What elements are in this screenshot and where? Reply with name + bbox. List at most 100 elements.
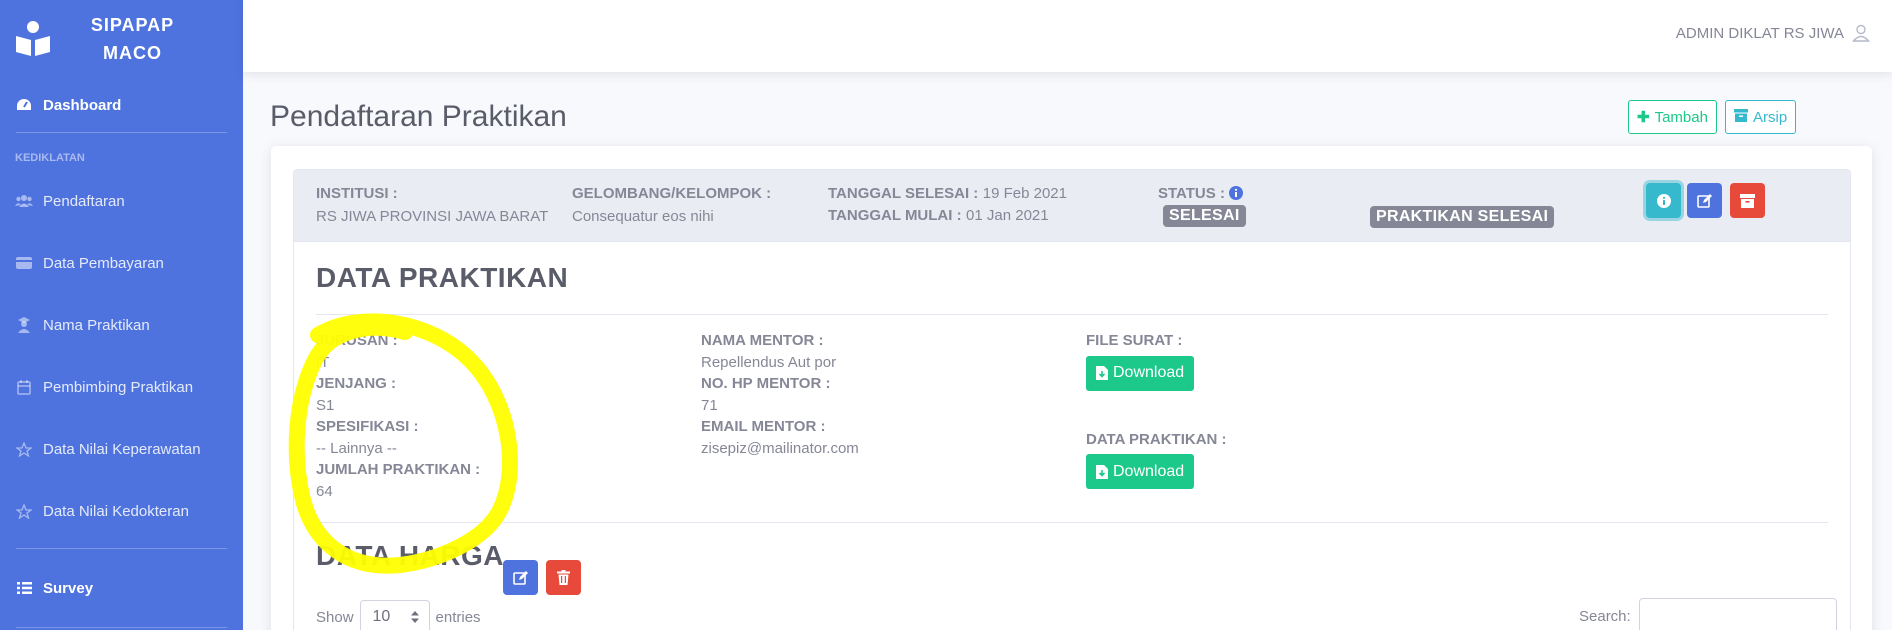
nama-mentor-value: Repellendus Aut por	[701, 353, 837, 371]
institusi-label: INSTITUSI :	[316, 185, 398, 202]
data-praktikan-file-label: DATA PRAKTIKAN :	[1086, 430, 1227, 448]
spesifikasi-label: SPESIFIKASI :	[316, 418, 419, 435]
sidebar-item-data-nilai-keperawatan[interactable]: Data Nilai Keperawatan	[0, 418, 243, 480]
tanggal-block: TANGGAL SELESAI : 19 Feb 2021 TANGGAL MU…	[828, 185, 1067, 225]
archive-delete-button[interactable]	[1730, 183, 1765, 218]
status-label: STATUS :	[1158, 185, 1225, 202]
sidebar-divider	[16, 132, 227, 133]
sidebar-item-survey[interactable]: Survey	[0, 549, 243, 627]
info-circle-icon[interactable]	[1229, 186, 1244, 200]
sidebar-item-data-nilai-kedokteran[interactable]: Data Nilai Kedokteran	[0, 480, 243, 542]
download-label: Download	[1113, 364, 1185, 382]
archive-icon	[1740, 193, 1755, 208]
jumlah-praktikan-label: JUMLAH PRAKTIKAN :	[316, 461, 481, 478]
tambah-button[interactable]: ✚ Tambah	[1628, 100, 1717, 134]
sidebar-divider	[16, 627, 227, 628]
archive-icon	[1734, 108, 1748, 126]
registration-header: INSTITUSI : RS JIWA PROVINSI JAWA BARAT …	[294, 170, 1850, 242]
section-divider	[316, 314, 1828, 315]
credit-card-icon	[15, 255, 33, 271]
trash-icon	[557, 570, 570, 585]
show-entries: Show 10 entries	[316, 600, 481, 630]
email-mentor-label: EMAIL MENTOR :	[701, 418, 826, 435]
download-data-praktikan-button[interactable]: Download	[1086, 454, 1195, 489]
calendar-icon	[15, 379, 33, 395]
sidebar-item-label: Nama Praktikan	[43, 316, 150, 334]
jenjang-value: S1	[316, 396, 335, 414]
gelombang-block: GELOMBANG/KELOMPOK : Consequatur eos nih…	[572, 185, 771, 225]
praktikan-info-column: JURUSAN : IT JENJANG : S1 SPESIFIKASI : …	[316, 330, 480, 502]
sidebar-item-label: Data Nilai Kedokteran	[43, 502, 189, 520]
sidebar-item-label: Pembimbing Praktikan	[43, 378, 194, 396]
harga-delete-button[interactable]	[546, 560, 581, 595]
sidebar-item-label: Survey	[43, 579, 94, 597]
sidebar-item-label: Dashboard	[43, 96, 122, 114]
praktikan-status-badge: PRAKTIKAN SELESAI	[1370, 206, 1555, 228]
sidebar-item-label: Data Pembayaran	[43, 254, 164, 272]
download-file-surat-button[interactable]: Download	[1086, 355, 1195, 391]
tgl-mulai-value: 01 Jan 2021	[966, 207, 1049, 224]
book-reader-icon	[16, 21, 50, 56]
file-column: FILE SURAT : Download DATA PRAKTIKAN : D…	[1086, 330, 1227, 489]
data-praktikan-title: DATA PRAKTIKAN	[316, 262, 569, 293]
user-menu[interactable]: ADMIN DIKLAT RS JIWA	[1676, 24, 1870, 42]
registration-detail-panel: INSTITUSI : RS JIWA PROVINSI JAWA BARAT …	[293, 169, 1851, 630]
sidebar-item-nama-praktikan[interactable]: Nama Praktikan	[0, 294, 243, 356]
status-block: STATUS : SELESAI	[1158, 185, 1246, 227]
jurusan-label: JURUSAN :	[316, 332, 398, 349]
praktikan-status-block: PRAKTIKAN SELESAI	[1370, 206, 1555, 228]
arsip-button[interactable]: Arsip	[1725, 100, 1797, 134]
info-circle-icon	[1656, 193, 1671, 208]
tgl-selesai-value: 19 Feb 2021	[982, 185, 1067, 202]
status-badge: SELESAI	[1163, 205, 1246, 227]
edit-button[interactable]	[1687, 183, 1722, 218]
hp-mentor-value: 71	[701, 396, 718, 414]
harga-edit-button[interactable]	[503, 560, 538, 595]
tambah-label: Tambah	[1654, 108, 1708, 126]
gelombang-label: GELOMBANG/KELOMPOK :	[572, 185, 772, 202]
sidebar-item-label: Pendaftaran	[43, 192, 125, 210]
star-icon	[15, 503, 33, 519]
search-label: Search:	[1579, 607, 1631, 625]
list-icon	[15, 580, 33, 596]
users-icon	[15, 193, 33, 209]
section-divider	[316, 522, 1828, 523]
entries-value: 10	[372, 608, 391, 625]
jurusan-value: IT	[316, 353, 330, 371]
spesifikasi-value: -- Lainnya --	[316, 439, 397, 457]
sidebar-item-data-pembayaran[interactable]: Data Pembayaran	[0, 232, 243, 294]
brand-line-2: MACO	[103, 43, 162, 63]
file-download-icon	[1096, 464, 1108, 479]
jenjang-label: JENJANG :	[316, 375, 397, 392]
file-surat-label: FILE SURAT :	[1086, 332, 1183, 349]
hp-mentor-label: NO. HP MENTOR :	[701, 375, 831, 392]
plus-icon: ✚	[1637, 109, 1650, 126]
table-search: Search:	[1579, 598, 1837, 630]
file-download-icon	[1096, 366, 1108, 380]
show-label: Show	[316, 608, 354, 626]
edit-icon	[1696, 193, 1712, 208]
brand[interactable]: SIPAPAP MACO	[0, 0, 243, 78]
sidebar-item-label: Data Nilai Keperawatan	[43, 440, 201, 458]
search-input[interactable]	[1638, 598, 1837, 630]
entries-select[interactable]: 10	[359, 600, 430, 630]
tgl-mulai-label: TANGGAL MULAI :	[828, 207, 962, 224]
institusi-value: RS JIWA PROVINSI JAWA BARAT	[316, 208, 549, 225]
sidebar-item-pendaftaran[interactable]: Pendaftaran	[0, 170, 243, 232]
tgl-selesai-label: TANGGAL SELESAI :	[828, 185, 979, 202]
jumlah-praktikan-value: 64	[316, 482, 333, 500]
registration-card: INSTITUSI : RS JIWA PROVINSI JAWA BARAT …	[271, 146, 1872, 630]
star-icon	[15, 441, 33, 457]
brand-line-1: SIPAPAP	[90, 15, 175, 35]
sort-icon	[410, 611, 419, 623]
edit-icon	[512, 570, 528, 585]
topbar: ADMIN DIKLAT RS JIWA	[243, 0, 1892, 72]
user-icon	[1852, 24, 1870, 42]
nama-mentor-label: NAMA MENTOR :	[701, 332, 824, 349]
arsip-label: Arsip	[1753, 108, 1788, 126]
sidebar-item-pembimbing-praktikan[interactable]: Pembimbing Praktikan	[0, 356, 243, 418]
sidebar: SIPAPAP MACO Dashboard KEDIKLATAN Pendaf…	[0, 0, 243, 630]
sidebar-item-dashboard[interactable]: Dashboard	[0, 78, 243, 132]
info-button[interactable]	[1646, 183, 1681, 218]
tachometer-icon	[15, 97, 33, 113]
